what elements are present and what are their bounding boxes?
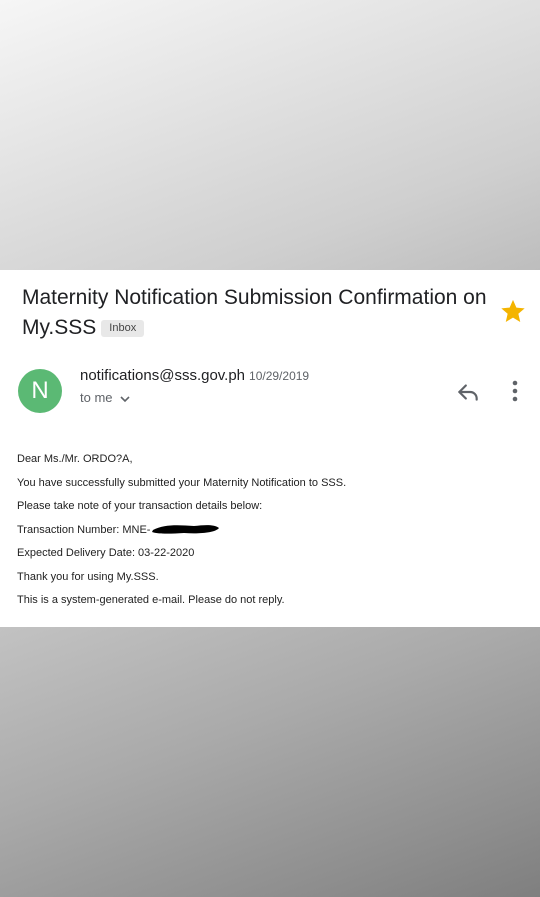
sender-line: notifications@sss.gov.ph 10/29/2019 — [80, 366, 309, 386]
body-line-footer: This is a system-generated e-mail. Pleas… — [17, 594, 285, 606]
sender-avatar: N — [18, 369, 62, 413]
redaction-scribble — [149, 522, 223, 536]
photo-background-bottom — [0, 627, 540, 897]
body-line-delivery: Expected Delivery Date: 03-22-2020 — [17, 547, 195, 559]
star-icon[interactable] — [499, 297, 527, 325]
body-greeting: Dear Ms./Mr. ORDO?A, — [17, 453, 133, 465]
inbox-label-chip[interactable]: Inbox — [101, 320, 145, 337]
transaction-label: Transaction Number: MNE- — [17, 523, 151, 536]
recipient-toggle[interactable]: to me — [80, 389, 131, 407]
reply-icon[interactable] — [455, 379, 481, 405]
email-date: 10/29/2019 — [249, 369, 310, 383]
chevron-down-icon — [119, 396, 130, 403]
body-line-transaction: Transaction Number: MNE- — [17, 519, 527, 543]
email-body: Dear Ms./Mr. ORDO?A, You have successful… — [17, 448, 527, 613]
sender-address[interactable]: notifications@sss.gov.ph — [80, 367, 245, 384]
subject-text: Maternity Notification Submission Confir… — [22, 286, 487, 339]
photo-background-top — [0, 0, 540, 270]
body-line-thanks: Thank you for using My.SSS. — [17, 570, 159, 583]
body-line-submitted: You have successfully submitted your Mat… — [17, 476, 347, 489]
email-subject: Maternity Notification Submission Confir… — [22, 283, 487, 343]
body-line-note: Please take note of your transaction det… — [17, 500, 263, 512]
recipient-text: to me — [80, 390, 113, 405]
more-vert-icon[interactable] — [503, 378, 527, 404]
